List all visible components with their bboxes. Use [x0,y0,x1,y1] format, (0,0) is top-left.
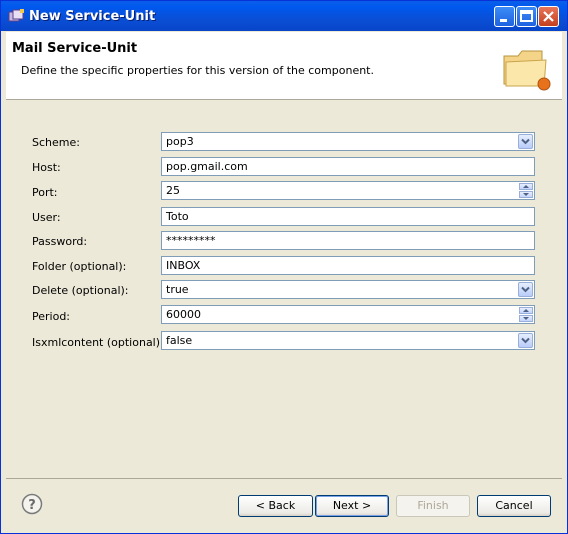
delete-select[interactable]: true [161,280,535,299]
port-label: Port: [32,186,58,199]
period-decrement-button[interactable] [519,315,533,322]
scheme-value: pop3 [166,135,194,148]
host-input[interactable]: pop.gmail.com [161,157,535,176]
close-icon [543,11,554,22]
host-label: Host: [32,161,61,174]
user-input[interactable]: Toto [161,207,535,226]
arrow-up-icon [523,185,529,188]
user-label: User: [32,211,61,224]
isxmlcontent-select[interactable]: false [161,331,535,350]
folder-value: INBOX [166,259,201,272]
arrow-up-icon [523,309,529,312]
isxmlcontent-label: Isxmlcontent (optional): [32,336,164,349]
wizard-header: Mail Service-Unit Define the specific pr… [6,32,562,100]
port-decrement-button[interactable] [519,191,533,198]
maximize-button[interactable] [516,6,537,27]
period-label: Period: [32,310,71,323]
help-icon[interactable]: ? [21,493,43,515]
folder-input[interactable]: INBOX [161,256,535,275]
maximize-icon [520,10,533,22]
cancel-button[interactable]: Cancel [477,495,551,517]
chevron-down-icon [521,286,530,293]
port-increment-button[interactable] [519,183,533,190]
period-increment-button[interactable] [519,307,533,314]
arrow-down-icon [523,317,529,320]
port-spin-buttons[interactable] [519,183,533,198]
delete-label: Delete (optional): [32,284,129,297]
scheme-dropdown-button[interactable] [518,134,533,149]
back-button[interactable]: < Back [238,495,313,517]
folder-label: Folder (optional): [32,260,127,273]
footer-divider [6,478,562,479]
finish-button[interactable]: Finish [396,495,470,517]
period-stepper[interactable]: 60000 [161,305,535,324]
period-value: 60000 [166,308,201,321]
svg-text:?: ? [28,498,36,513]
host-value: pop.gmail.com [166,160,248,173]
title-bar[interactable]: New Service-Unit [1,1,567,31]
port-value: 25 [166,184,180,197]
period-spin-buttons[interactable] [519,307,533,322]
app-icon [8,9,24,22]
minimize-button[interactable] [494,6,515,27]
password-label: Password: [32,235,88,248]
chevron-down-icon [521,337,530,344]
folder-icon [503,50,551,91]
isxmlcontent-value: false [166,334,193,347]
chevron-down-icon [521,138,530,145]
wizard-window: New Service-Unit Mail Service-Unit Defin… [0,0,568,534]
page-description: Define the specific properties for this … [21,64,374,77]
form-area: Scheme: pop3 Host: pop.gmail.com Port: 2… [6,101,562,477]
scheme-select[interactable]: pop3 [161,132,535,151]
minimize-icon [500,19,507,22]
user-value: Toto [166,210,189,223]
password-value: ********* [166,234,216,247]
next-button[interactable]: Next > [315,495,389,517]
close-button[interactable] [538,6,559,27]
password-input[interactable]: ********* [161,231,535,250]
arrow-down-icon [523,193,529,196]
port-stepper[interactable]: 25 [161,181,535,200]
isxmlcontent-dropdown-button[interactable] [518,333,533,348]
delete-value: true [166,283,189,296]
window-title: New Service-Unit [29,9,156,24]
delete-dropdown-button[interactable] [518,282,533,297]
page-title: Mail Service-Unit [12,41,138,56]
scheme-label: Scheme: [32,136,80,149]
